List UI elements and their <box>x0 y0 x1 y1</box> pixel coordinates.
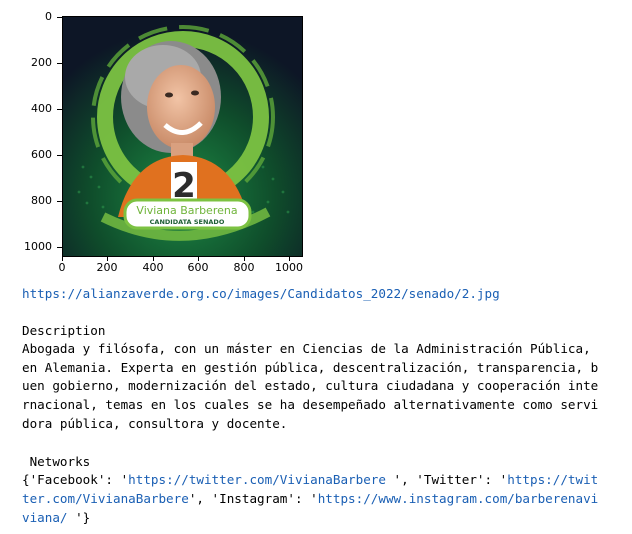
candidate-photo-graphic: 2 Viviana Barberena CANDIDATA SENADO <box>63 17 302 256</box>
candidate-name: Viviana Barberena <box>136 204 237 217</box>
networks-label: Networks <box>22 454 91 469</box>
networks-line: {'Facebook': 'https://twitter.com/Vivian… <box>22 471 626 490</box>
y-tick-label: 200 <box>31 56 52 69</box>
y-tick-label: 600 <box>31 148 52 161</box>
x-tick-label: 800 <box>233 261 255 274</box>
x-tick-label: 0 <box>58 261 66 274</box>
image-url-link[interactable]: https://alianzaverde.org.co/images/Candi… <box>22 285 626 304</box>
facebook-link[interactable]: https://twitter.com/VivianaBarbere <box>128 472 393 487</box>
candidate-image: 2 Viviana Barberena CANDIDATA SENADO <box>62 16 303 257</box>
y-tick-label: 400 <box>31 102 52 115</box>
description-line: dora pública, consultora y docente. <box>22 416 288 431</box>
networks-line: viana/ '} <box>22 509 626 528</box>
twitter-link[interactable]: https://twit <box>507 472 598 487</box>
candidate-role: CANDIDATA SENADO <box>150 218 225 226</box>
y-tick-label: 800 <box>31 194 52 207</box>
networks-text: ', 'Twitter': ' <box>393 472 508 487</box>
networks-text: ', 'Instagram': ' <box>188 491 318 506</box>
description-line: Abogada y filósofa, con un máster en Cie… <box>22 341 591 356</box>
x-tick-label: 1000 <box>275 261 303 274</box>
matplotlib-figure: 0 200 400 600 800 1000 2 Viviana Barbere… <box>0 0 310 280</box>
description-line: uen gobierno, modernización del estado, … <box>22 378 599 393</box>
x-tick-label: 600 <box>187 261 209 274</box>
y-tick-label: 0 <box>45 10 52 23</box>
description-line: en Alemania. Experta en gestión pública,… <box>22 360 599 375</box>
x-tick-label: 200 <box>96 261 118 274</box>
twitter-link-cont[interactable]: ter.com/VivianaBarbere <box>22 491 189 506</box>
description-label: Description <box>22 323 106 338</box>
description-line: rnacional, temas en los cuales se ha des… <box>22 397 599 412</box>
instagram-link-cont[interactable]: viana/ <box>22 510 75 525</box>
x-tick-label: 400 <box>142 261 164 274</box>
networks-text: {'Facebook': ' <box>22 472 129 487</box>
instagram-link[interactable]: https://www.instagram.com/barberenavi <box>318 491 599 506</box>
networks-text: '} <box>75 510 91 525</box>
y-tick-label: 1000 <box>24 240 52 253</box>
networks-line: ter.com/VivianaBarbere', 'Instagram': 'h… <box>22 490 626 509</box>
